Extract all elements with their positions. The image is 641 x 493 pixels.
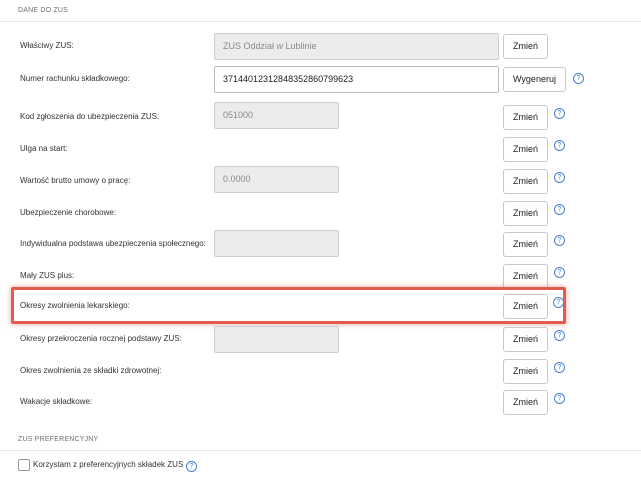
info-icon[interactable]: ?: [186, 461, 197, 472]
label-wlasciwy-zus: Właściwy ZUS:: [20, 41, 74, 50]
field-wartosc-brutto: 0.0000: [214, 166, 339, 193]
field-okresy-przekroczenia: [214, 326, 339, 353]
label-wartosc-brutto: Wartość brutto umowy o pracę:: [20, 176, 131, 185]
info-icon[interactable]: ?: [554, 108, 565, 119]
section-header-dane-do-zus: DANE DO ZUS: [0, 0, 641, 22]
change-button-indywidualna-podstawa[interactable]: Zmień: [503, 232, 548, 257]
row-okresy-przekroczenia: Okresy przekroczenia rocznej podstawy ZU…: [0, 323, 641, 355]
row-wlasciwy-zus: Właściwy ZUS: ZUS Oddział w Lublinie Zmi…: [0, 30, 641, 62]
info-icon[interactable]: ?: [554, 362, 565, 373]
info-icon[interactable]: ?: [554, 172, 565, 183]
change-button-okresy-zwolnienia[interactable]: Zmień: [503, 294, 548, 319]
change-button-okresy-przekroczenia[interactable]: Zmień: [503, 327, 548, 352]
label-wakacje-skladkowe: Wakacje składkowe:: [20, 397, 93, 406]
row-numer-rachunku: Numer rachunku składkowego: 371440123128…: [0, 63, 641, 95]
generate-button-numer-rachunku[interactable]: Wygeneruj: [503, 67, 566, 92]
label-okres-zwolnienia-zdrowotnej: Okres zwolnienia ze składki zdrowotnej:: [20, 366, 162, 375]
field-kod-zgloszenia: 051000: [214, 102, 339, 129]
change-button-okres-zwolnienia-zdrowotnej[interactable]: Zmień: [503, 359, 548, 384]
change-button-ulga-na-start[interactable]: Zmień: [503, 137, 548, 162]
row-okresy-zwolnienia: Okresy zwolnienia lekarskiego: Zmień ?: [0, 290, 641, 322]
info-icon[interactable]: ?: [554, 267, 565, 278]
row-wakacje-skladkowe: Wakacje składkowe: Zmień ?: [0, 386, 641, 418]
row-ulga-na-start: Ulga na start: Zmień ?: [0, 133, 641, 165]
row-indywidualna-podstawa: Indywidualna podstawa ubezpieczenia społ…: [0, 228, 641, 260]
checkbox-label-preferential-zus: Korzystam z preferencyjnych składek ZUS: [33, 460, 184, 469]
field-wlasciwy-zus: ZUS Oddział w Lublinie: [214, 33, 499, 60]
row-maly-zus: Mały ZUS plus: Zmień ?: [0, 260, 641, 292]
label-indywidualna-podstawa: Indywidualna podstawa ubezpieczenia społ…: [20, 239, 206, 248]
info-icon[interactable]: ?: [554, 204, 565, 215]
info-icon[interactable]: ?: [573, 73, 584, 84]
field-numer-rachunku: 37144012312848352860799623: [214, 66, 499, 93]
label-ulga-na-start: Ulga na start:: [20, 144, 68, 153]
label-kod-zgloszenia: Kod zgłoszenia do ubezpieczenia ZUS:: [20, 112, 160, 121]
row-wartosc-brutto: Wartość brutto umowy o pracę: 0.0000 Zmi…: [0, 165, 641, 197]
row-kod-zgloszenia: Kod zgłoszenia do ubezpieczenia ZUS: 051…: [0, 101, 641, 133]
info-icon[interactable]: ?: [554, 140, 565, 151]
row-okres-zwolnienia-zdrowotnej: Okres zwolnienia ze składki zdrowotnej: …: [0, 355, 641, 387]
info-icon[interactable]: ?: [553, 297, 564, 308]
change-button-ubezp-chorobowe[interactable]: Zmień: [503, 201, 548, 226]
change-button-wakacje-skladkowe[interactable]: Zmień: [503, 390, 548, 415]
change-button-maly-zus[interactable]: Zmień: [503, 264, 548, 289]
label-okresy-zwolnienia: Okresy zwolnienia lekarskiego:: [20, 301, 130, 310]
info-icon[interactable]: ?: [554, 235, 565, 246]
label-okresy-przekroczenia: Okresy przekroczenia rocznej podstawy ZU…: [20, 334, 182, 343]
change-button-wartosc-brutto[interactable]: Zmień: [503, 169, 548, 194]
change-button-kod-zgloszenia[interactable]: Zmień: [503, 105, 548, 130]
label-ubezp-chorobowe: Ubezpieczenie chorobowe:: [20, 208, 117, 217]
field-indywidualna-podstawa: [214, 230, 339, 257]
section-header-zus-preferencyjny: ZUS PREFERENCYJNY: [0, 429, 641, 451]
change-button-wlasciwy-zus[interactable]: Zmień: [503, 34, 548, 59]
row-ubezp-chorobowe: Ubezpieczenie chorobowe: Zmień ?: [0, 197, 641, 229]
info-icon[interactable]: ?: [554, 330, 565, 341]
checkbox-preferential-zus[interactable]: [18, 459, 30, 471]
label-numer-rachunku: Numer rachunku składkowego:: [20, 74, 130, 83]
info-icon[interactable]: ?: [554, 393, 565, 404]
label-maly-zus: Mały ZUS plus:: [20, 271, 75, 280]
